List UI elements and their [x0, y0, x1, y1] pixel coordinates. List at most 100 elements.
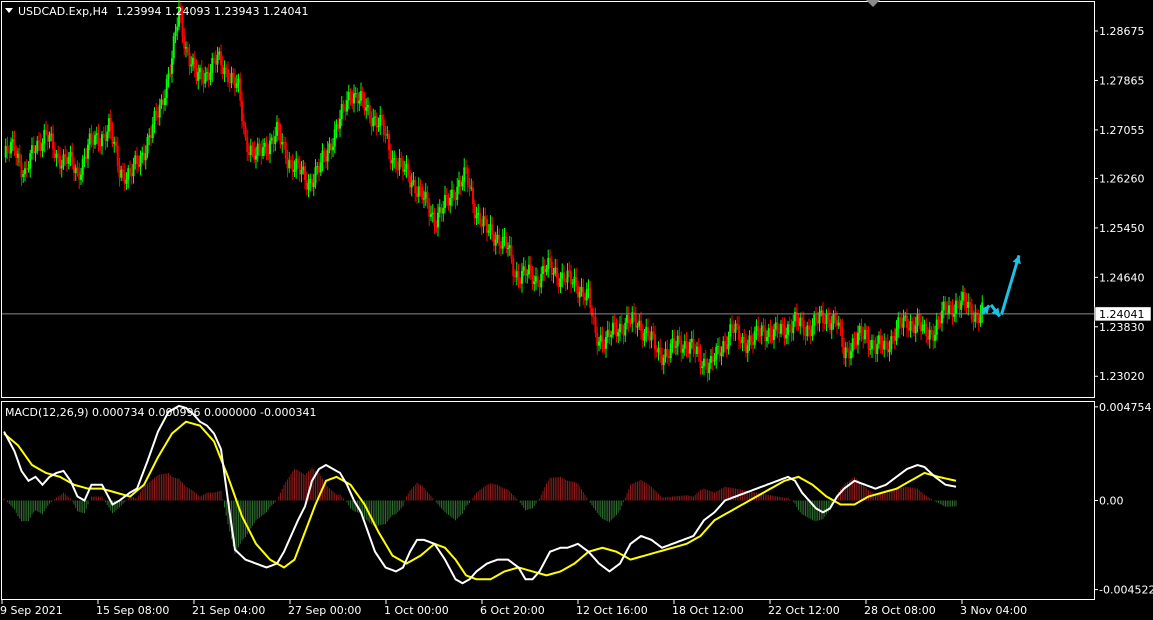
candle-body: [736, 323, 739, 326]
candle-body: [608, 329, 611, 338]
candle-body: [6, 145, 9, 152]
candle-body: [676, 335, 679, 347]
candle-body: [50, 133, 53, 136]
candle-body: [17, 153, 19, 158]
candle-body: [195, 68, 198, 81]
candle-body: [353, 93, 355, 104]
candle-body: [654, 334, 656, 350]
candle-body: [746, 345, 749, 353]
candle-body: [339, 118, 341, 129]
candle-body: [323, 150, 326, 157]
candle-body: [692, 338, 695, 351]
candle-body: [615, 325, 618, 337]
candle-body: [351, 98, 354, 104]
candle-body: [925, 324, 928, 337]
candle-body: [636, 326, 639, 328]
candle-body: [155, 110, 158, 116]
candle-body: [277, 122, 280, 132]
candle-body: [703, 358, 705, 367]
candle-body: [505, 236, 508, 249]
candle-body: [832, 313, 835, 324]
candle-body: [622, 330, 625, 336]
candle-body: [304, 166, 306, 180]
forecast-arrows: [980, 254, 1021, 318]
candle-body: [125, 179, 128, 184]
candle-body: [99, 145, 102, 147]
candle-body: [645, 326, 648, 333]
candle-body: [727, 336, 730, 350]
candle-body: [69, 151, 72, 157]
candle-body: [613, 322, 616, 326]
time-tick-label: 9 Sep 2021: [0, 604, 63, 617]
candle-body: [706, 366, 709, 374]
candle-body: [514, 276, 516, 278]
triangle-marker-icon[interactable]: [866, 0, 880, 7]
candle-body: [556, 267, 558, 278]
candle-body: [909, 321, 912, 331]
candle-body: [472, 187, 474, 204]
candle-body: [31, 145, 33, 154]
candle-body: [515, 271, 518, 278]
macd-tick-label: 0.004754: [1099, 401, 1152, 414]
chart-canvas[interactable]: 1.28675 1.27865 1.27055 1.26260 1.25450 1.246…: [0, 0, 1153, 620]
candle-body: [815, 314, 817, 321]
candle-body: [368, 105, 371, 119]
candle-body: [799, 317, 802, 327]
candle-body: [816, 320, 819, 324]
candle-body: [493, 234, 495, 246]
candle-body: [330, 143, 333, 151]
candle-body: [354, 93, 357, 95]
candle-body: [333, 129, 336, 147]
candle-body: [97, 133, 100, 146]
candle-body: [377, 125, 380, 128]
candle-body: [591, 307, 593, 317]
candle-body: [519, 280, 522, 284]
candle-body: [92, 139, 95, 145]
candle-body: [164, 97, 166, 106]
candle-body: [678, 335, 681, 340]
candle-body: [45, 129, 47, 133]
candle-body: [722, 341, 725, 353]
macd-label: MACD(12,26,9) 0.000734 0.000996 0.000000…: [5, 406, 316, 419]
candle-body: [571, 283, 574, 285]
candle-body: [346, 100, 348, 112]
candle-body: [582, 287, 585, 297]
candle-body: [902, 317, 905, 328]
candle-body: [526, 274, 529, 276]
candle-body: [312, 182, 315, 188]
candle-body: [783, 326, 786, 339]
candle-body: [162, 99, 165, 106]
candle-body: [130, 172, 133, 177]
candle-body: [858, 326, 861, 334]
candle-body: [696, 346, 698, 354]
candle-body: [139, 155, 142, 167]
triangle-down-icon[interactable]: [5, 8, 13, 13]
candle-body: [717, 345, 719, 347]
candle-body: [813, 314, 816, 326]
candle-body: [59, 156, 61, 169]
candle-body: [199, 67, 201, 73]
time-tick-label: 21 Sep 04:00: [192, 604, 265, 617]
candle-body: [788, 324, 791, 329]
candle-body: [773, 329, 775, 340]
candle-body: [153, 110, 156, 124]
candle-body: [197, 72, 200, 81]
candle-body: [172, 36, 175, 59]
candle-body: [864, 329, 866, 340]
candle-body: [405, 163, 408, 170]
candle-body: [718, 345, 721, 357]
candle-body: [598, 341, 600, 346]
candle-body: [921, 324, 924, 332]
candle-body: [424, 192, 427, 199]
candle-body: [284, 142, 287, 159]
candle-body: [724, 341, 726, 345]
candle-body: [255, 155, 257, 160]
candle-body: [547, 257, 550, 269]
candle-body: [90, 133, 93, 140]
candle-body: [774, 322, 777, 330]
candle-body: [529, 264, 532, 271]
candle-body: [428, 202, 431, 217]
candle-body: [41, 143, 44, 151]
candle-body: [295, 158, 298, 170]
candle-body: [647, 326, 649, 337]
